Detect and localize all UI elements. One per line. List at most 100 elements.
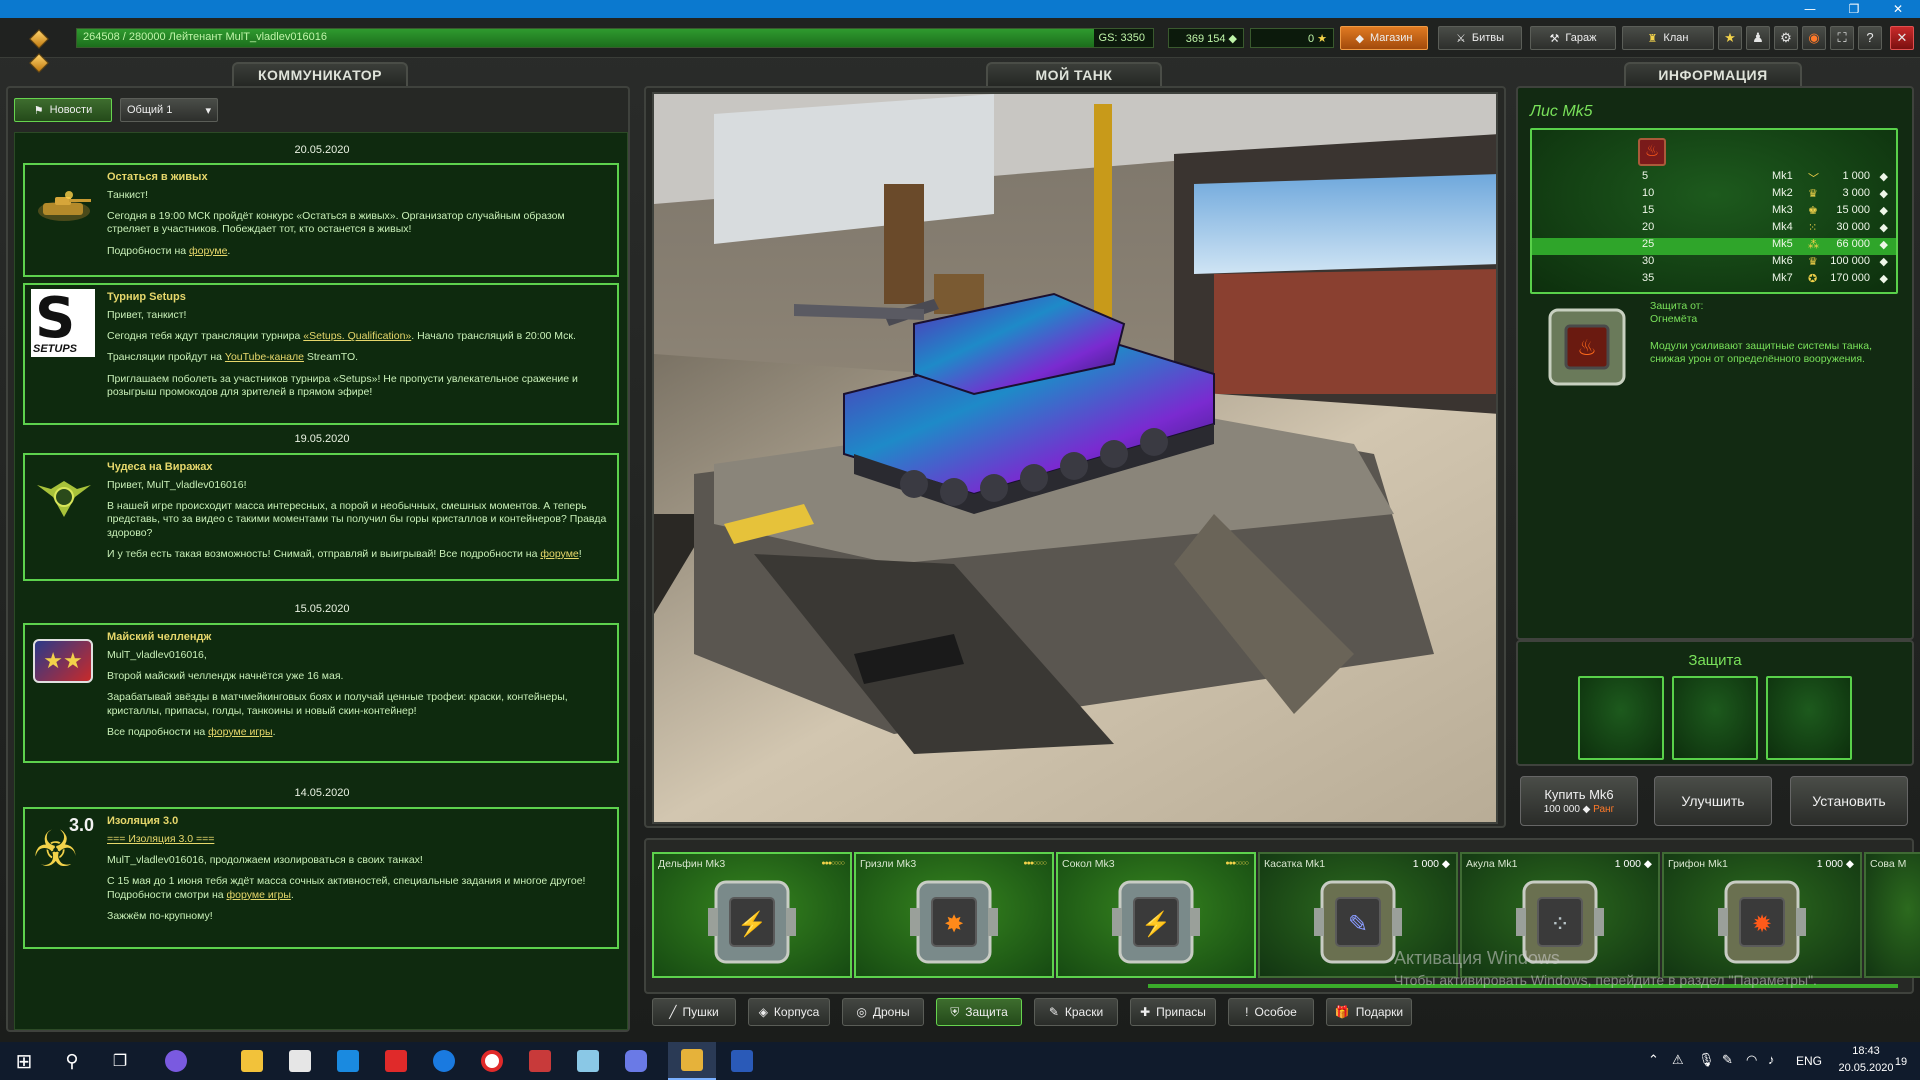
news-title: Остаться в живых xyxy=(107,171,208,183)
isolation-link[interactable]: === Изоляция 3.0 === xyxy=(107,833,214,845)
task-view-button[interactable]: ❐ xyxy=(96,1042,144,1080)
protection-module-icon: ✎ xyxy=(1314,880,1402,964)
item-card[interactable]: Гризли Mk3 ●●●○○○○ ✸ xyxy=(854,852,1054,978)
search-button[interactable]: ⚲ xyxy=(48,1042,96,1080)
help-icon[interactable]: ? xyxy=(1858,26,1882,50)
crystal-icon: ◆ xyxy=(1879,239,1888,251)
friends-icon[interactable]: ♟ xyxy=(1746,26,1770,50)
wifi-icon[interactable]: ◠ xyxy=(1746,1052,1757,1068)
news-line: Второй майский челлендж начнётся уже 16 … xyxy=(107,670,344,683)
tab-communicator[interactable]: КОММУНИКАТОР xyxy=(232,62,408,86)
crystals-counter: 369 154 ◆ xyxy=(1168,28,1244,48)
mk-level: Mk4 xyxy=(1772,221,1793,233)
item-card-price: 1 000 ◆ xyxy=(1412,858,1450,870)
category-paint[interactable]: ✎ Краски xyxy=(1034,998,1118,1026)
youtube-link[interactable]: YouTube-канале xyxy=(225,351,304,363)
language-indicator[interactable]: ENG xyxy=(1796,1054,1822,1068)
app-button[interactable] xyxy=(516,1042,564,1080)
news-button[interactable]: ⚑ Новости xyxy=(14,98,112,122)
battles-button[interactable]: ⚔ Битвы xyxy=(1438,26,1522,50)
upgrade-row: 35 Mk7 ✪ 170 000 ◆ xyxy=(1532,272,1896,289)
buy-price-row: 100 000 ◆ Ранг xyxy=(1543,804,1615,815)
close-window-button[interactable]: ✕ xyxy=(1876,0,1920,18)
protection-slot[interactable] xyxy=(1766,676,1852,760)
item-card[interactable]: Сокол Mk3 ●●●○○○○ ⚡ xyxy=(1056,852,1256,978)
category-special[interactable]: ! Особое xyxy=(1228,998,1314,1026)
star-icon[interactable]: ★ xyxy=(1718,26,1742,50)
garage-scene xyxy=(654,94,1496,822)
star-icon: ★ xyxy=(1317,33,1327,45)
category-shield[interactable]: ⛨ Защита xyxy=(936,998,1022,1026)
news-text: StreamTO. xyxy=(303,351,359,364)
start-button[interactable]: ⊞ xyxy=(0,1042,48,1080)
protection-slot[interactable] xyxy=(1578,676,1664,760)
edge-button[interactable] xyxy=(420,1042,468,1080)
yandex-browser-button[interactable] xyxy=(468,1042,516,1080)
item-card[interactable]: Грифон Mk1 1 000 ◆ ✹ xyxy=(1662,852,1862,978)
pen-icon[interactable]: ✎ xyxy=(1722,1052,1733,1068)
protection-slot[interactable] xyxy=(1672,676,1758,760)
category-supplies[interactable]: ✚ Припасы xyxy=(1130,998,1216,1026)
price-value: 1 000 xyxy=(1816,858,1843,870)
news-line: Зарабатывай звёзды в матчмейкинговых боя… xyxy=(107,691,568,717)
item-card[interactable]: Сова М xyxy=(1864,852,1920,978)
cortana-button[interactable] xyxy=(152,1042,200,1080)
fullscreen-icon[interactable]: ⛶ xyxy=(1830,26,1854,50)
rank-insignia-icon: ♚ xyxy=(1808,205,1818,217)
notepad-button[interactable] xyxy=(564,1042,612,1080)
garage-button[interactable]: ⚒ Гараж xyxy=(1530,26,1616,50)
crystal-icon: ◆ xyxy=(1879,222,1888,234)
volume-icon[interactable]: ♪ xyxy=(1768,1052,1775,1067)
setups-logo-icon: S SETUPS xyxy=(31,289,95,357)
category-hull[interactable]: ◈ Корпуса xyxy=(748,998,830,1026)
category-drone[interactable]: ◎ Дроны xyxy=(842,998,924,1026)
news-item: S SETUPS Турнир Setups Привет, танкист! … xyxy=(23,283,619,425)
microphone-icon[interactable]: 🎙 xyxy=(1698,1052,1715,1068)
tab-my-tank[interactable]: МОЙ ТАНК xyxy=(986,62,1162,86)
forum-link[interactable]: форуме игры xyxy=(208,726,272,738)
clan-button[interactable]: ♜ Клан xyxy=(1622,26,1714,50)
required-rank: 35 xyxy=(1642,272,1655,284)
tab-information[interactable]: ИНФОРМАЦИЯ xyxy=(1624,62,1802,86)
explorer-button[interactable] xyxy=(228,1042,276,1080)
minimize-button[interactable]: — xyxy=(1788,0,1832,18)
news-line: Трансляции пройдут на YouTube-канале Str… xyxy=(107,351,607,364)
news-list[interactable]: 20.05.2020 Остаться в живых Танкист! Сег… xyxy=(14,132,628,1030)
protection-module-icon: ⚡ xyxy=(708,880,796,964)
channel-select[interactable]: Общий 1 ▾ xyxy=(120,98,218,122)
upgrade-price: 170 000 xyxy=(1830,272,1870,284)
forum-link[interactable]: форуме xyxy=(189,245,227,257)
notifications-button[interactable]: 19 xyxy=(1886,1052,1916,1072)
store-button[interactable] xyxy=(276,1042,324,1080)
tournament-link[interactable]: «Setups. Qualification» xyxy=(303,330,411,342)
mail-button[interactable] xyxy=(324,1042,372,1080)
category-gift[interactable]: 🎁 Подарки xyxy=(1326,998,1412,1026)
forum-link[interactable]: форуме xyxy=(540,548,578,560)
settings-icon[interactable]: ⚙ xyxy=(1774,26,1798,50)
protection-module-icon: ♨ xyxy=(1542,302,1632,392)
window-title-bar: — ❐ ✕ xyxy=(0,0,1920,18)
category-cannon[interactable]: ╱ Пушки xyxy=(652,998,736,1026)
network-warning-icon[interactable]: ⚠ xyxy=(1672,1052,1684,1068)
sound-icon[interactable]: ◉ xyxy=(1802,26,1826,50)
shop-button[interactable]: ◆ Магазин xyxy=(1340,26,1428,50)
buy-upgrade-button[interactable]: Купить Mk6 100 000 ◆ Ранг xyxy=(1520,776,1638,826)
tank-3d-view[interactable] xyxy=(652,92,1498,824)
install-button[interactable]: Установить xyxy=(1790,776,1908,826)
forum-link[interactable]: форуме игры xyxy=(227,889,291,901)
setups-s-glyph: S xyxy=(35,286,76,351)
clan-icon: ♜ xyxy=(1647,32,1658,45)
yandex-browser-icon xyxy=(481,1050,503,1072)
word-button[interactable] xyxy=(718,1042,766,1080)
discord-button[interactable] xyxy=(612,1042,660,1080)
yandex-button[interactable] xyxy=(372,1042,420,1080)
upgrade-button[interactable]: Улучшить xyxy=(1654,776,1772,826)
edge-icon xyxy=(433,1050,455,1072)
tanki-button[interactable] xyxy=(668,1042,716,1080)
activation-watermark-title: Активация Windows xyxy=(1394,948,1560,968)
exit-icon[interactable]: ✕ xyxy=(1890,26,1914,50)
item-card[interactable]: Дельфин Mk3 ●●●○○○○ ⚡ xyxy=(652,852,852,978)
crystals-value: 369 154 xyxy=(1185,33,1226,45)
restore-button[interactable]: ❐ xyxy=(1832,0,1876,18)
tray-chevron-icon[interactable]: ⌃ xyxy=(1648,1052,1659,1068)
